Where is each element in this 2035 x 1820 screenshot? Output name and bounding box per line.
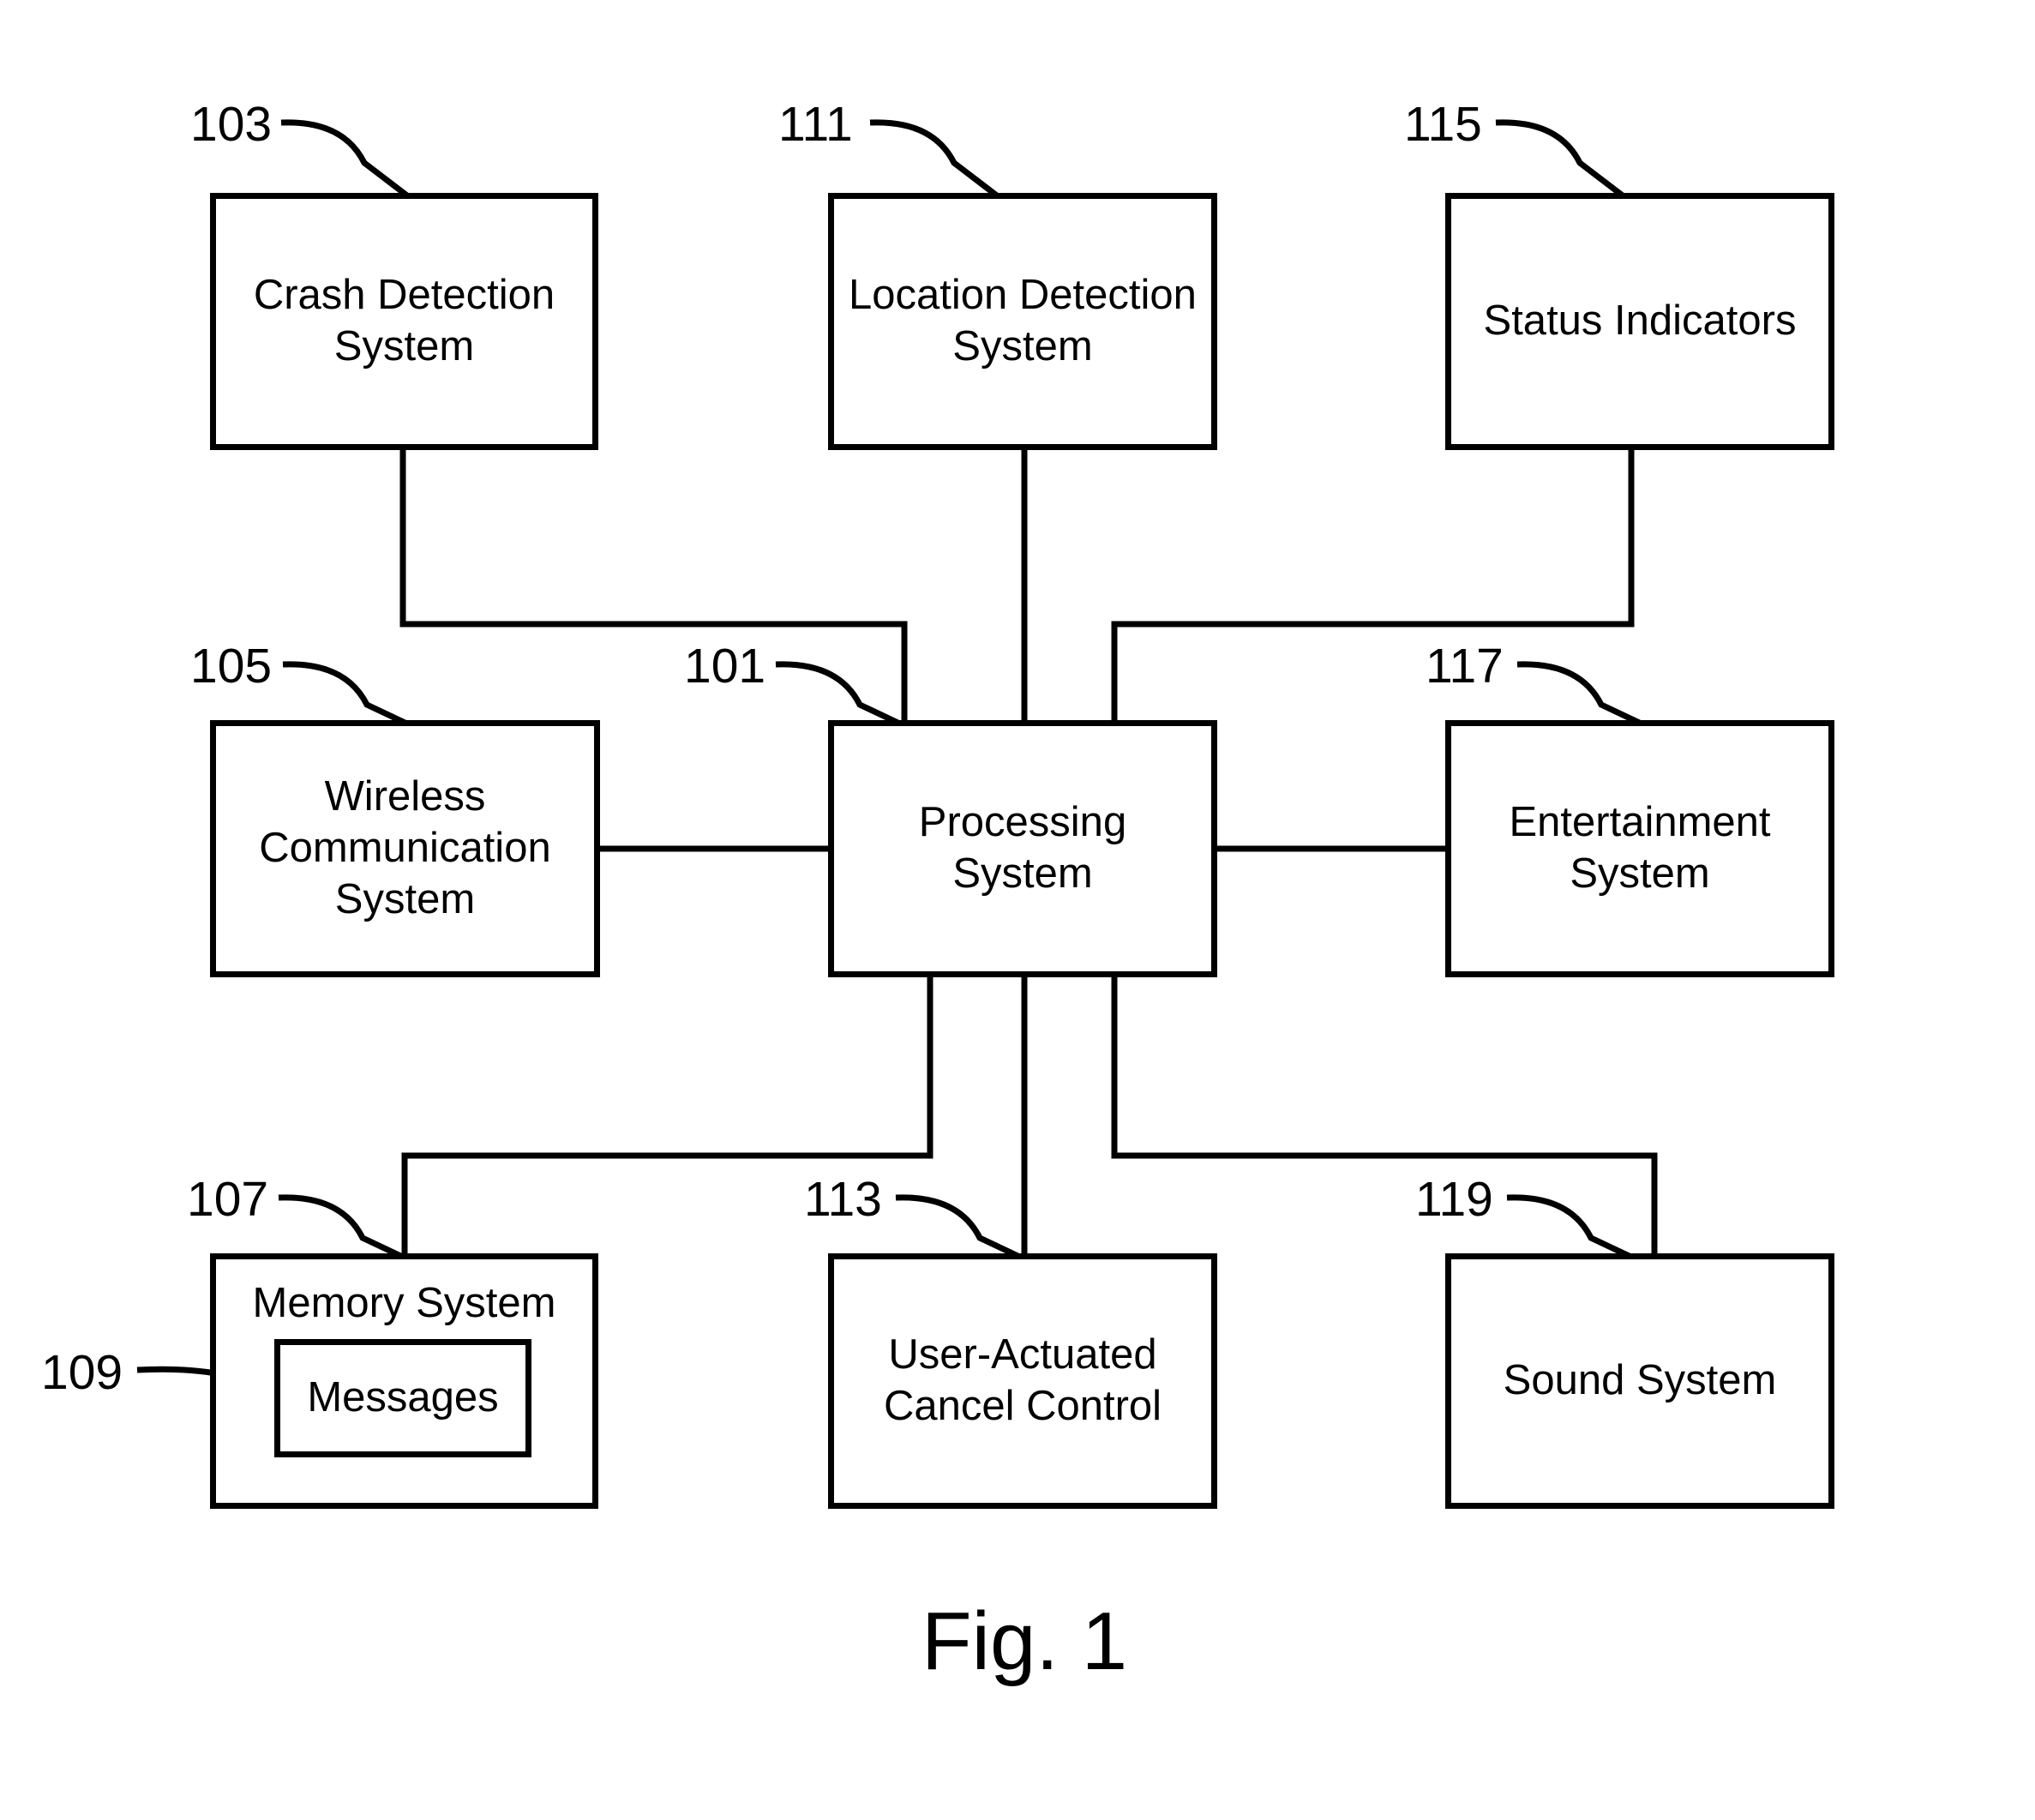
- block-label-location-detection-system: Location Detection System: [849, 272, 1197, 369]
- block-label-sound-system: Sound System: [1503, 1357, 1777, 1404]
- block-label-entertainment-system: Entertainment System: [1509, 799, 1771, 897]
- reference-numeral-107: 107: [187, 1172, 269, 1227]
- block-crash-detection-system[interactable]: Crash Detection System: [210, 193, 598, 450]
- block-label-wireless-communication-system: Wireless Communication System: [259, 773, 551, 922]
- reference-numeral-113: 113: [804, 1172, 882, 1227]
- reference-numeral-119: 119: [1415, 1172, 1493, 1227]
- reference-numeral-117: 117: [1426, 639, 1504, 694]
- reference-numeral-105: 105: [190, 639, 273, 694]
- block-label-processing-system: Processing System: [918, 799, 1127, 897]
- reference-numeral-109: 109: [41, 1345, 123, 1400]
- block-entertainment-system[interactable]: Entertainment System: [1445, 720, 1834, 977]
- block-sound-system[interactable]: Sound System: [1445, 1253, 1834, 1509]
- leader-line-115: [1495, 119, 1630, 201]
- reference-numeral-101: 101: [684, 639, 766, 694]
- leader-line-103: [280, 119, 414, 201]
- block-user-actuated-cancel-control[interactable]: User-Actuated Cancel Control: [828, 1253, 1217, 1509]
- leader-line-119: [1506, 1194, 1640, 1264]
- leader-line-113: [895, 1194, 1029, 1264]
- block-label-messages: Messages: [307, 1374, 499, 1421]
- figure-canvas: Crash Detection System Location Detectio…: [0, 0, 2035, 1820]
- block-label-memory-system: Memory System: [252, 1280, 556, 1326]
- block-label-user-actuated-cancel-control: User-Actuated Cancel Control: [883, 1331, 1162, 1429]
- reference-numeral-111: 111: [778, 97, 853, 152]
- reference-numeral-115: 115: [1404, 97, 1482, 152]
- connector-status-to-processing: [1111, 450, 1635, 720]
- connector-crash-to-processing: [399, 450, 908, 720]
- leader-line-117: [1516, 661, 1650, 730]
- leader-line-101: [775, 661, 909, 730]
- block-location-detection-system[interactable]: Location Detection System: [828, 193, 1217, 450]
- leader-line-105: [282, 661, 416, 730]
- block-wireless-communication-system[interactable]: Wireless Communication System: [210, 720, 600, 977]
- block-status-indicators[interactable]: Status Indicators: [1445, 193, 1834, 450]
- leader-line-107: [278, 1194, 411, 1264]
- block-label-status-indicators: Status Indicators: [1483, 297, 1797, 345]
- block-processing-system[interactable]: Processing System: [828, 720, 1217, 977]
- reference-numeral-103: 103: [190, 97, 273, 152]
- block-messages[interactable]: Messages: [274, 1339, 531, 1457]
- leader-line-111: [869, 119, 1004, 201]
- block-label-crash-detection-system: Crash Detection System: [253, 272, 555, 369]
- figure-caption: Fig. 1: [921, 1595, 1128, 1687]
